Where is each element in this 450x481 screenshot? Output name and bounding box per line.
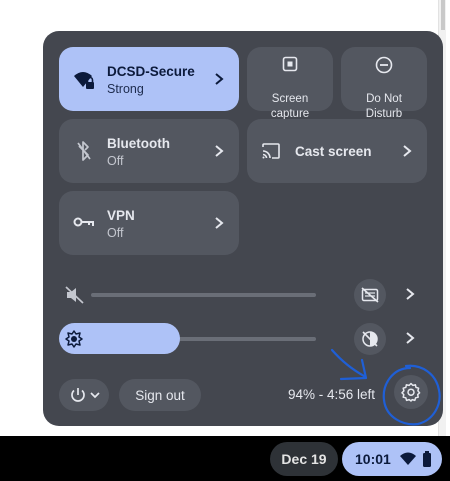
chevron-right-icon[interactable] bbox=[213, 144, 225, 158]
volume-slider[interactable] bbox=[91, 293, 316, 297]
do-not-disturb-label-1: Do Not bbox=[366, 93, 402, 105]
cast-title: Cast screen bbox=[295, 144, 372, 159]
vpn-key-icon bbox=[73, 217, 94, 227]
chevron-right-icon[interactable] bbox=[213, 216, 225, 230]
page-scrollbar-thumb[interactable] bbox=[441, 0, 445, 30]
keyboard-off-icon bbox=[361, 287, 379, 303]
do-not-disturb-tile[interactable]: Do Not Disturb bbox=[341, 47, 427, 120]
network-tile[interactable]: DCSD-Secure Strong bbox=[59, 47, 239, 111]
screen-capture-tile[interactable]: Screen capture bbox=[247, 47, 333, 120]
chevron-right-icon[interactable] bbox=[404, 287, 416, 301]
battery-status: 94% - 4:56 left bbox=[288, 387, 376, 402]
chevron-right-icon[interactable] bbox=[213, 72, 225, 86]
date-button[interactable]: Dec 19 bbox=[270, 442, 338, 476]
keyboard-off-button[interactable] bbox=[354, 279, 386, 311]
network-name: DCSD-Secure bbox=[107, 64, 195, 79]
clock: 10:01 bbox=[355, 451, 391, 467]
quick-settings-panel: DCSD-Secure Strong Screen capture Do Not… bbox=[43, 31, 443, 426]
chevron-down-icon bbox=[89, 392, 100, 399]
screen-capture-label-1: Screen bbox=[271, 93, 309, 105]
volume-muted-icon[interactable] bbox=[65, 286, 85, 304]
bluetooth-status: Off bbox=[107, 154, 124, 168]
night-light-button[interactable] bbox=[354, 323, 386, 355]
screen-capture-icon bbox=[282, 56, 298, 72]
brightness-icon bbox=[65, 330, 83, 348]
wifi-icon bbox=[399, 452, 416, 465]
settings-button[interactable] bbox=[394, 375, 428, 409]
do-not-disturb-icon bbox=[375, 56, 393, 74]
vpn-tile[interactable]: VPN Off bbox=[59, 191, 239, 255]
sign-out-button[interactable]: Sign out bbox=[119, 379, 201, 411]
vpn-status: Off bbox=[107, 226, 124, 240]
brightness-track[interactable] bbox=[163, 337, 316, 341]
power-button[interactable] bbox=[59, 379, 109, 411]
chevron-right-icon[interactable] bbox=[401, 144, 413, 158]
cast-tile[interactable]: Cast screen bbox=[247, 119, 427, 183]
status-area-button[interactable]: 10:01 bbox=[342, 442, 442, 476]
bluetooth-title: Bluetooth bbox=[107, 136, 170, 151]
chevron-right-icon[interactable] bbox=[404, 331, 416, 345]
battery-icon bbox=[422, 451, 431, 467]
power-icon bbox=[70, 388, 85, 402]
cast-icon bbox=[262, 143, 280, 159]
night-light-off-icon bbox=[362, 331, 378, 347]
network-status: Strong bbox=[107, 82, 144, 96]
bluetooth-tile[interactable]: Bluetooth Off bbox=[59, 119, 239, 183]
gear-icon bbox=[401, 382, 421, 402]
vpn-title: VPN bbox=[107, 208, 135, 223]
wifi-lock-icon bbox=[74, 72, 94, 89]
bluetooth-off-icon bbox=[77, 141, 91, 161]
